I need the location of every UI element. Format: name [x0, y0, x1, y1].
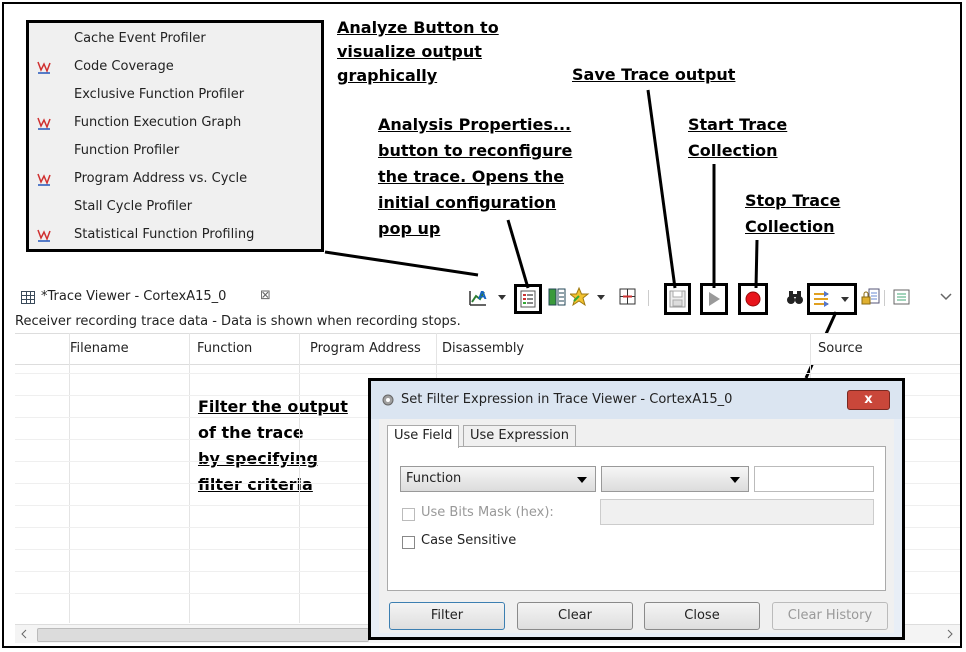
svg-text:A: A — [478, 289, 487, 302]
filter-button[interactable]: Filter — [389, 602, 505, 630]
fit-columns-button[interactable] — [617, 286, 639, 308]
stop-trace-button[interactable] — [738, 283, 768, 315]
star-icon — [568, 286, 605, 307]
chevron-left-icon[interactable] — [19, 629, 29, 639]
save-trace-button[interactable] — [664, 283, 691, 315]
columns-button[interactable] — [547, 286, 569, 308]
dialog-title: Set Filter Expression in Trace Viewer - … — [401, 392, 733, 407]
list-icon — [893, 289, 910, 305]
column-header-source[interactable]: Source — [818, 341, 863, 356]
use-bits-mask-label: Use Bits Mask (hex): — [421, 505, 554, 520]
filter-icon — [814, 291, 849, 307]
chevron-down-icon — [940, 293, 952, 301]
table-icon — [21, 291, 35, 304]
operator-select[interactable] — [601, 466, 749, 492]
dialog-body: Use Field Use Expression Function Use Bi… — [379, 419, 894, 633]
set-filter-dialog: Set Filter Expression in Trace Viewer - … — [368, 378, 905, 640]
column-header-function[interactable]: Function — [197, 341, 252, 356]
tab-use-field[interactable]: Use Field — [387, 425, 460, 448]
tab-label: *Trace Viewer - CortexA15_0 — [41, 289, 227, 304]
column-divider — [299, 333, 300, 623]
start-trace-button[interactable] — [700, 283, 728, 315]
case-sensitive-label: Case Sensitive — [421, 533, 517, 548]
filter-button[interactable] — [807, 283, 857, 315]
scrollbar-thumb[interactable] — [37, 628, 369, 642]
close-dialog-button[interactable]: Close — [644, 602, 760, 630]
lock-icon — [861, 288, 880, 305]
grid-icon — [619, 288, 636, 305]
toolbar-separator — [884, 290, 885, 306]
value-input[interactable] — [754, 466, 874, 492]
save-icon — [669, 290, 686, 308]
bits-mask-input — [600, 499, 874, 525]
binoculars-icon — [787, 291, 803, 304]
column-divider — [69, 333, 70, 623]
columns-icon — [548, 288, 566, 306]
chevron-down-icon — [730, 477, 740, 483]
search-button[interactable] — [786, 286, 804, 308]
toolbar-separator — [648, 290, 649, 306]
column-header-filename[interactable]: Filename — [70, 341, 129, 356]
close-icon[interactable]: ⊠ — [260, 288, 271, 303]
use-bits-mask-checkbox[interactable] — [402, 508, 415, 521]
close-icon: x — [864, 392, 873, 407]
column-header-program-address[interactable]: Program Address — [310, 341, 421, 356]
analysis-properties-button[interactable] — [514, 284, 542, 314]
pointer-stop — [754, 239, 759, 289]
pointer-properties — [506, 219, 530, 289]
view-menu-button[interactable] — [938, 286, 954, 308]
field-select[interactable]: Function — [400, 466, 596, 492]
play-icon — [709, 292, 720, 306]
clear-button[interactable]: Clear — [517, 602, 633, 630]
use-field-panel: Function Use Bits Mask (hex): Case Sensi… — [387, 446, 886, 591]
lock-button[interactable] — [860, 286, 882, 308]
chevron-down-icon — [577, 477, 587, 483]
pointer-analyze — [324, 250, 479, 277]
record-icon — [745, 291, 761, 307]
case-sensitive-checkbox[interactable] — [402, 536, 415, 549]
clear-history-button: Clear History — [772, 602, 888, 630]
properties-icon — [520, 290, 536, 308]
pointer-save — [646, 89, 677, 289]
details-button[interactable] — [891, 286, 913, 308]
chevron-right-icon[interactable] — [945, 629, 955, 639]
table-row — [15, 373, 960, 374]
close-button[interactable]: x — [847, 390, 890, 410]
app-icon — [382, 394, 394, 406]
status-text: Receiver recording trace data - Data is … — [15, 314, 461, 329]
analyze-button[interactable]: A — [468, 286, 512, 308]
trace-table-header: Filename Function Program Address Disass… — [15, 333, 960, 365]
dialog-title-bar[interactable]: Set Filter Expression in Trace Viewer - … — [371, 381, 902, 419]
column-header-disassembly[interactable]: Disassembly — [442, 341, 524, 356]
bookmark-button[interactable] — [568, 286, 610, 308]
tab-use-expression[interactable]: Use Expression — [463, 425, 576, 447]
analyze-chart-icon: A — [469, 289, 506, 306]
column-divider — [189, 333, 190, 623]
field-select-value: Function — [406, 471, 462, 486]
